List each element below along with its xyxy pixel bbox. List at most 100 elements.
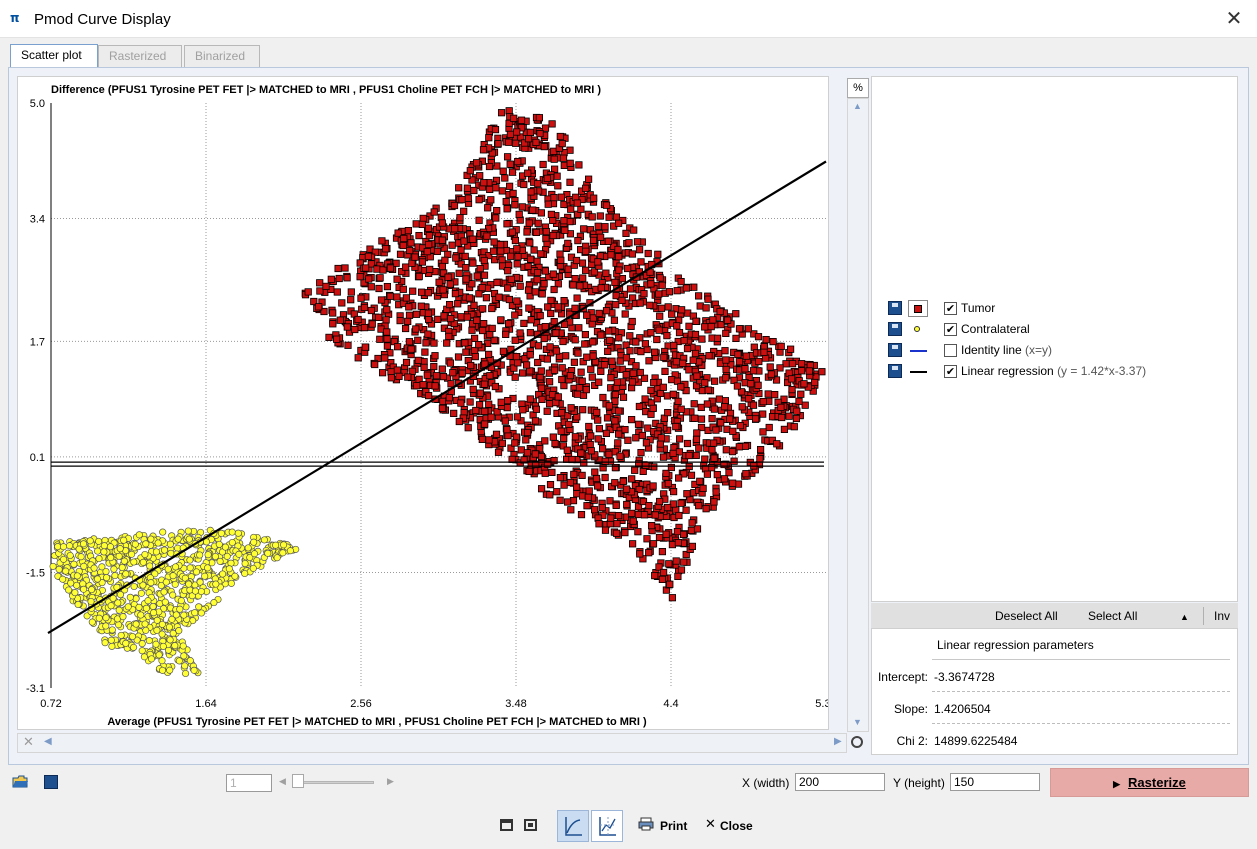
tumor-point — [767, 370, 775, 378]
tumor-point — [762, 335, 770, 344]
tumor-point — [621, 425, 629, 434]
maximize-icon[interactable] — [524, 819, 537, 831]
tab-binarized[interactable]: Binarized — [184, 45, 260, 67]
frame-slider[interactable] — [294, 781, 374, 784]
tumor-point — [722, 446, 730, 454]
tumor-point — [439, 286, 447, 294]
tumor-symbol-icon[interactable] — [908, 300, 928, 317]
save-icon[interactable] — [888, 322, 902, 336]
tumor-point — [415, 231, 423, 240]
close-window-button[interactable]: ✕ — [1222, 6, 1246, 30]
tumor-point — [571, 304, 579, 312]
tumor-point — [667, 463, 676, 472]
horizontal-scrollbar[interactable]: ✕ ◀ ▶ — [17, 733, 847, 753]
grid-mode-button[interactable] — [591, 810, 623, 842]
contralateral-point — [87, 597, 95, 606]
tab-scatter-plot[interactable]: Scatter plot — [10, 44, 98, 68]
save-icon[interactable] — [888, 364, 902, 378]
scroll-up-icon[interactable]: ▲ — [853, 101, 862, 111]
save-icon[interactable] — [44, 775, 58, 789]
collapse-icon[interactable]: ▲ — [1180, 612, 1189, 622]
tumor-point — [341, 264, 349, 272]
lock-zoom-icon[interactable] — [851, 736, 863, 748]
contralateral-point — [172, 611, 180, 619]
percent-button[interactable]: % — [847, 78, 869, 98]
scroll-right-icon[interactable]: ▶ — [834, 736, 842, 747]
tumor-point — [492, 214, 500, 222]
clear-icon[interactable]: ✕ — [23, 734, 34, 750]
tumor-point — [716, 307, 724, 316]
contralateral-symbol-icon[interactable] — [914, 326, 920, 332]
print-button[interactable]: Print — [660, 819, 687, 833]
tumor-point — [438, 262, 447, 271]
legend-item-contralateral[interactable]: ✔ Contralateral — [888, 321, 1218, 339]
tumor-point — [343, 323, 351, 331]
tumor-point — [424, 309, 433, 317]
regression-line-symbol-icon[interactable] — [910, 371, 927, 373]
tumor-point — [534, 268, 542, 277]
tumor-point — [683, 344, 692, 353]
identity-line-symbol-icon[interactable] — [910, 350, 927, 352]
tumor-point — [741, 365, 749, 373]
tumor-point — [381, 354, 389, 362]
tumor-point — [734, 480, 743, 488]
print-icon[interactable] — [638, 817, 654, 831]
tumor-point — [464, 424, 472, 432]
select-all-button[interactable]: Select All — [1088, 609, 1137, 623]
tumor-point — [488, 304, 496, 313]
tumor-point — [473, 272, 481, 280]
tumor-point — [378, 237, 386, 245]
rasterize-button[interactable]: ▶ Rasterize — [1050, 768, 1249, 797]
tumor-point — [351, 325, 359, 334]
tumor-point — [634, 528, 642, 536]
window-layout-icon[interactable] — [500, 819, 513, 831]
legend-item-identity-line[interactable]: Identity line (x=y) — [888, 342, 1218, 360]
tumor-point — [419, 381, 427, 389]
scroll-down-icon[interactable]: ▼ — [853, 717, 862, 727]
tumor-point — [614, 245, 622, 254]
contralateral-point — [107, 554, 115, 562]
contralateral-point — [117, 631, 125, 639]
contralateral-point — [280, 541, 288, 549]
legend-item-linear-regression[interactable]: ✔ Linear regression (y = 1.42*x-3.37) — [888, 363, 1218, 381]
save-icon[interactable] — [888, 301, 902, 315]
identity-line-checkbox[interactable] — [944, 344, 957, 357]
tumor-point — [484, 350, 493, 359]
tumor-point — [605, 402, 613, 410]
frame-prev-icon[interactable]: ◀ — [279, 776, 286, 787]
invert-button[interactable]: Inv — [1214, 609, 1230, 623]
tumor-point — [575, 161, 583, 169]
deselect-all-button[interactable]: Deselect All — [995, 609, 1058, 623]
contralateral-checkbox[interactable]: ✔ — [944, 323, 957, 336]
vertical-scrollbar[interactable]: ▲ ▼ — [847, 98, 869, 732]
tumor-point — [628, 317, 636, 326]
close-button[interactable]: Close — [720, 819, 753, 833]
frame-input[interactable] — [226, 774, 272, 792]
x-width-input[interactable] — [795, 773, 885, 791]
tumor-point — [638, 431, 647, 440]
curve-mode-button[interactable] — [557, 810, 589, 842]
frame-next-icon[interactable]: ▶ — [387, 776, 394, 787]
open-folder-icon[interactable] — [12, 775, 29, 788]
frame-slider-thumb[interactable] — [292, 774, 304, 788]
tumor-point — [587, 432, 595, 440]
tumor-point — [522, 361, 531, 369]
tumor-checkbox[interactable]: ✔ — [944, 302, 957, 315]
scroll-left-icon[interactable]: ◀ — [44, 736, 52, 747]
tumor-point — [588, 320, 596, 328]
close-icon[interactable]: ✕ — [705, 817, 716, 832]
linear-regression-checkbox[interactable]: ✔ — [944, 365, 957, 378]
tumor-point — [507, 252, 515, 260]
tumor-point — [668, 540, 677, 549]
tumor-point — [460, 237, 468, 245]
legend-item-tumor[interactable]: ✔ Tumor — [888, 300, 1218, 318]
tumor-point — [607, 514, 615, 522]
tab-rasterized[interactable]: Rasterized — [98, 45, 182, 67]
tumor-point — [431, 382, 439, 390]
tumor-point — [546, 491, 554, 499]
save-icon[interactable] — [888, 343, 902, 357]
plot-area[interactable]: Difference (PFUS1 Tyrosine PET FET |> MA… — [17, 76, 837, 730]
tumor-point — [364, 252, 373, 260]
y-height-input[interactable] — [950, 773, 1040, 791]
tumor-point — [618, 296, 626, 304]
